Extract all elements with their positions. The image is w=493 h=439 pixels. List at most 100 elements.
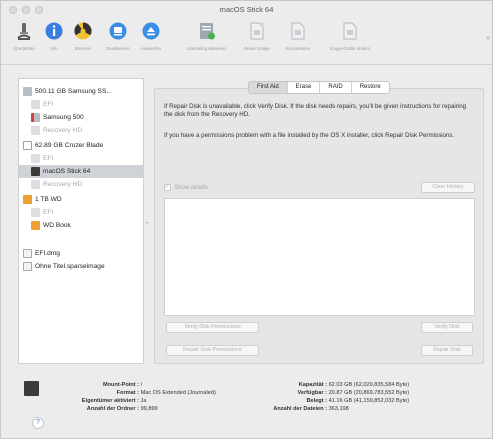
toolbar-resize-image-button[interactable]: Image-Größe ändern xyxy=(323,21,377,51)
volume-icon xyxy=(31,126,40,135)
sidebar-item-efi[interactable]: EFI xyxy=(19,206,143,219)
sidebar-item-label: EFI.dmg xyxy=(35,250,60,257)
toolbar-label: Auswerfen xyxy=(140,46,162,51)
zoom-button[interactable] xyxy=(35,6,43,14)
splitter-handle[interactable]: • xyxy=(146,221,148,227)
sidebar-item-label: Recovery HD xyxy=(43,181,83,188)
files-key: Anzahl der Dateien : xyxy=(273,406,327,412)
sidebar-item-label: macOS Stick 64 xyxy=(43,168,91,175)
sidebar-item-efi-dmg[interactable]: EFI.dmg xyxy=(19,247,143,260)
sidebar-item-recovery-hd[interactable]: Recovery HD xyxy=(19,178,143,191)
used-key: Belegt : xyxy=(306,398,327,404)
available-value: 20.87 GB (20,869,783,552 Byte) xyxy=(328,390,410,396)
minimize-button[interactable] xyxy=(22,6,30,14)
owners-row: Eigentümer aktiviert : Ja xyxy=(47,397,147,405)
volume-icon xyxy=(31,167,40,176)
repair-permissions-button[interactable]: Repair Disk Permissions xyxy=(166,345,259,356)
eject-icon xyxy=(142,22,160,40)
sidebar-item-label: EFI xyxy=(43,155,54,162)
sidebar-item-label: WD Book xyxy=(43,222,71,229)
sidebar-item-label: Samsung 500 xyxy=(43,114,84,121)
toolbar-label: Journaling aktivieren xyxy=(187,46,227,51)
folders-key: Anzahl der Ordner : xyxy=(86,406,139,412)
sidebar-item-recovery-hd[interactable]: Recovery HD xyxy=(19,124,143,137)
format-value: Mac OS Extended (Journaled) xyxy=(140,390,216,396)
format-row: Format : Mac OS Extended (Journaled) xyxy=(47,389,216,397)
verify-disk-button[interactable]: Verify Disk xyxy=(421,322,473,333)
microscope-icon xyxy=(17,23,31,40)
mount-point-value: / xyxy=(140,382,143,388)
sidebar-item-label: 1 TB WD xyxy=(35,196,62,203)
tab-bar: First Aid Erase RAID Restore xyxy=(248,81,390,94)
volume-icon xyxy=(24,381,39,396)
resize-image-icon xyxy=(343,22,357,40)
sidebar-item-cruzer-disk[interactable]: 62.89 GB Cruzer Blade xyxy=(19,139,143,152)
toolbar-eject-button[interactable]: Auswerfen xyxy=(131,21,171,51)
show-details-checkbox[interactable]: ✓ Show details xyxy=(164,184,208,191)
burn-icon xyxy=(74,22,92,40)
sidebar-item-label: EFI xyxy=(43,101,54,108)
toolbar-burn-button[interactable]: Brennen xyxy=(63,21,103,51)
window-controls xyxy=(9,6,43,14)
journal-icon xyxy=(200,23,215,40)
volume-icon xyxy=(31,100,40,109)
sidebar-item-efi[interactable]: EFI xyxy=(19,152,143,165)
sidebar-item-label: EFI xyxy=(43,209,54,216)
toolbar-label: Brennen xyxy=(74,46,92,51)
toolbar-convert-button[interactable]: Konvertieren xyxy=(277,21,319,51)
checkmark-icon: ✓ xyxy=(164,184,171,191)
details-log xyxy=(164,198,475,316)
tab-raid[interactable]: RAID xyxy=(320,82,352,93)
sidebar-item-label: Ohne Titel.sparseimage xyxy=(35,263,105,270)
verify-permissions-button[interactable]: Verify Disk Permissions xyxy=(166,322,259,333)
volume-icon xyxy=(31,180,40,189)
new-image-icon xyxy=(250,22,265,40)
toolbar-label: Neues Image xyxy=(244,46,270,51)
toolbar: Überprüfen Info Brennen Deaktivieren Aus… xyxy=(1,19,492,65)
sidebar-item-label: 62.89 GB Cruzer Blade xyxy=(35,142,104,149)
sidebar-item-wd-book[interactable]: WD Book xyxy=(19,219,143,232)
available-row: Verfügbar : 20.87 GB (20,869,783,552 Byt… xyxy=(247,389,409,397)
owners-value: Ja xyxy=(140,398,147,404)
folders-value: 99,899 xyxy=(140,406,158,412)
sidebar-item-label: Recovery HD xyxy=(43,127,83,134)
mount-point-row: Mount-Point : / xyxy=(47,381,142,389)
toolbar-label: Konvertieren xyxy=(285,46,311,51)
available-key: Verfügbar : xyxy=(297,390,327,396)
disk-sidebar: 500.11 GB Samsung SS... EFI Samsung 500 … xyxy=(18,78,144,364)
toolbar-label: Image-Größe ändern xyxy=(329,46,371,51)
title-bar: macOS Stick 64 xyxy=(1,1,492,19)
toolbar-journaling-button[interactable]: Journaling aktivieren xyxy=(179,21,235,51)
sidebar-item-samsung-disk[interactable]: 500.11 GB Samsung SS... xyxy=(19,85,143,98)
capacity-value: 62.03 GB (62,029,835,584 Byte) xyxy=(328,382,410,388)
disk-image-icon xyxy=(23,262,32,271)
sidebar-item-efi[interactable]: EFI xyxy=(19,98,143,111)
sidebar-item-wd-disk[interactable]: 1 TB WD xyxy=(19,193,143,206)
tab-erase[interactable]: Erase xyxy=(288,82,321,93)
clear-history-button[interactable]: Clear History xyxy=(421,182,475,193)
external-volume-icon xyxy=(31,221,40,230)
capacity-key: Kapazität : xyxy=(298,382,327,388)
close-button[interactable] xyxy=(9,6,17,14)
permissions-instructions: If you have a permissions problem with a… xyxy=(164,132,455,139)
help-button[interactable]: ? xyxy=(32,417,44,429)
repair-disk-button[interactable]: Repair Disk xyxy=(421,345,473,356)
used-row: Belegt : 41.16 GB (41,159,852,032 Byte) xyxy=(247,397,409,405)
window-title: macOS Stick 64 xyxy=(219,5,274,14)
folders-row: Anzahl der Ordner : 99,899 xyxy=(47,405,158,413)
tab-first-aid[interactable]: First Aid xyxy=(249,82,288,93)
owners-key: Eigentümer aktiviert : xyxy=(81,398,139,404)
sidebar-item-samsung-500[interactable]: Samsung 500 xyxy=(19,111,143,124)
info-footer: Mount-Point : / Format : Mac OS Extended… xyxy=(1,369,492,439)
tab-restore[interactable]: Restore xyxy=(352,82,389,93)
toolbar-new-image-button[interactable]: Neues Image xyxy=(237,21,277,51)
disk-utility-window: macOS Stick 64 Überprüfen Info Brennen D… xyxy=(0,0,493,439)
sidebar-item-macos-stick[interactable]: macOS Stick 64 xyxy=(19,165,143,178)
files-value: 363,198 xyxy=(328,406,349,412)
volume-icon xyxy=(31,208,40,217)
sidebar-item-sparseimage[interactable]: Ohne Titel.sparseimage xyxy=(19,260,143,273)
toolbar-overflow-button[interactable]: » xyxy=(486,35,490,42)
used-value: 41.16 GB (41,159,852,032 Byte) xyxy=(328,398,410,404)
files-row: Anzahl der Dateien : 363,198 xyxy=(247,405,349,413)
first-aid-instructions: If Repair Disk is unavailable, click Ver… xyxy=(164,103,467,118)
